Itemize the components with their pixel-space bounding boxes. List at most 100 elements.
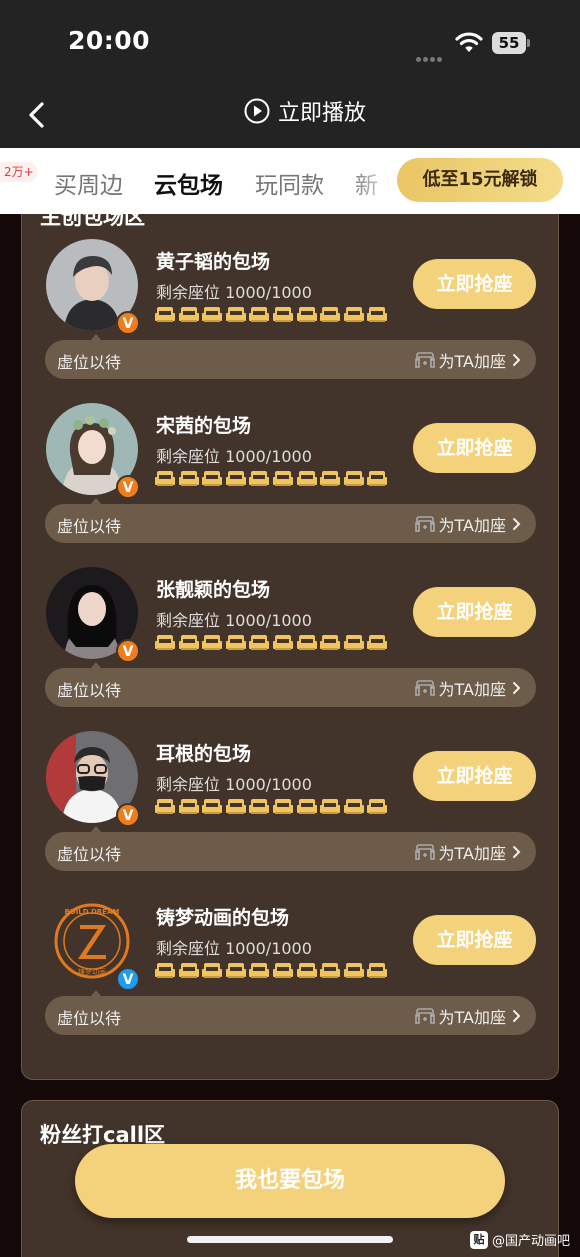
add-seat-link[interactable]: 为TA加座	[414, 676, 522, 700]
signal-icon	[416, 47, 444, 62]
remaining-seats: 剩余座位 1000/1000	[156, 611, 312, 630]
seat-icon	[320, 799, 341, 814]
unlock-button[interactable]: 低至15元解锁	[397, 158, 563, 202]
status-bar: 20:00 55	[0, 0, 580, 86]
room-name: 黄子韬的包场	[156, 251, 271, 273]
room-name: 张靓颖的包场	[156, 579, 271, 601]
svg-text:BUILD DREAM: BUILD DREAM	[65, 908, 120, 916]
seat-icon	[225, 307, 246, 322]
tab-merch[interactable]: 买周边	[54, 166, 123, 200]
creator-section: 主创包场区 V 黄子韬的包场 剩余座位 1000/1000 立即抢座 虚位以待 为TA加座…	[21, 214, 559, 1080]
seat-row	[155, 469, 391, 487]
add-seat-label: 为TA加座	[438, 352, 506, 371]
seat-icon	[272, 963, 293, 978]
waiting-label: 虚位以待	[57, 353, 122, 372]
seat-icon	[178, 307, 199, 322]
nav-bar: 立即播放	[0, 86, 580, 148]
grab-seat-button[interactable]: 立即抢座	[413, 423, 536, 473]
seat-icon	[343, 635, 364, 650]
play-now-button[interactable]: 立即播放	[244, 94, 366, 128]
room-name: 铸梦动画的包场	[156, 907, 290, 929]
seat-icon	[225, 799, 246, 814]
seat-icon	[343, 799, 364, 814]
add-seat-link[interactable]: 为TA加座	[414, 1004, 522, 1028]
remaining-seats: 剩余座位 1000/1000	[156, 775, 312, 794]
seat-row	[155, 633, 391, 651]
verified-badge-icon: V	[116, 311, 140, 335]
seat-icon	[272, 799, 293, 814]
screening-room-item: V 张靓颖的包场 剩余座位 1000/1000 立即抢座 虚位以待 为TA加座	[22, 567, 560, 731]
waiting-label: 虚位以待	[57, 845, 122, 864]
add-seat-label: 为TA加座	[438, 680, 506, 699]
seat-waiting-bar: 虚位以待 为TA加座	[45, 340, 536, 379]
seat-icon	[272, 307, 293, 322]
chevron-right-icon	[513, 518, 521, 530]
tieba-logo-icon: 贴	[469, 1230, 488, 1249]
add-seat-link[interactable]: 为TA加座	[414, 840, 522, 864]
add-seat-link[interactable]: 为TA加座	[414, 348, 522, 372]
seat-icon	[296, 963, 317, 978]
book-screening-button[interactable]: 我也要包场	[75, 1144, 505, 1218]
wifi-icon	[455, 32, 483, 52]
remaining-seats: 剩余座位 1000/1000	[156, 447, 312, 466]
seat-icon	[320, 471, 341, 486]
seat-row	[155, 305, 391, 323]
seat-icon	[272, 635, 293, 650]
seat-waiting-bar: 虚位以待 为TA加座	[45, 668, 536, 707]
seat-icon	[202, 635, 223, 650]
add-seat-label: 为TA加座	[438, 516, 506, 535]
seat-icon	[202, 471, 223, 486]
add-seat-label: 为TA加座	[438, 1008, 506, 1027]
seat-icon	[320, 963, 341, 978]
chevron-right-icon	[513, 1010, 521, 1022]
seat-icon	[367, 635, 388, 650]
waiting-label: 虚位以待	[57, 681, 122, 700]
seat-icon	[249, 799, 270, 814]
play-now-label: 立即播放	[278, 101, 367, 126]
grab-seat-button[interactable]: 立即抢座	[413, 915, 536, 965]
seat-icon	[202, 963, 223, 978]
seat-icon	[225, 471, 246, 486]
grab-seat-button[interactable]: 立即抢座	[413, 259, 536, 309]
seat-icon	[296, 307, 317, 322]
verified-badge-icon: V	[116, 967, 140, 991]
seat-icon	[202, 799, 223, 814]
seat-icon	[249, 307, 270, 322]
add-seat-icon	[414, 1008, 435, 1024]
tab-play-same[interactable]: 玩同款	[255, 166, 324, 200]
room-name: 耳根的包场	[156, 743, 252, 765]
remaining-seats: 剩余座位 1000/1000	[156, 939, 312, 958]
section-title: 主创包场区	[40, 214, 145, 229]
back-button[interactable]	[22, 98, 56, 132]
add-seat-icon	[414, 352, 435, 368]
watermark: 贴 @国产动画吧	[469, 1230, 570, 1249]
watermark-text: @国产动画吧	[491, 1234, 570, 1249]
tab-cloud-screening[interactable]: 云包场	[154, 166, 223, 200]
seat-icon	[343, 963, 364, 978]
seat-waiting-bar: 虚位以待 为TA加座	[45, 996, 536, 1035]
seat-icon	[343, 471, 364, 486]
add-seat-link[interactable]: 为TA加座	[414, 512, 522, 536]
screening-room-item: V 宋茜的包场剩余座位 1000/1000 立即抢座虚位以待 为TA加座	[22, 403, 560, 567]
waiting-label: 虚位以待	[57, 517, 122, 536]
seat-icon	[155, 307, 175, 322]
seat-row	[155, 961, 391, 979]
seat-icon	[367, 307, 388, 322]
grab-seat-button[interactable]: 立即抢座	[413, 587, 536, 637]
seat-icon	[343, 307, 364, 322]
grab-seat-button[interactable]: 立即抢座	[413, 751, 536, 801]
seat-icon	[155, 471, 175, 486]
seat-icon	[155, 799, 175, 814]
seat-icon	[249, 635, 270, 650]
seat-icon	[367, 799, 388, 814]
seat-icon	[178, 635, 199, 650]
seat-icon	[155, 963, 175, 978]
add-seat-icon	[414, 844, 435, 860]
seat-icon	[225, 963, 246, 978]
verified-badge-icon: V	[116, 475, 140, 499]
battery-icon: 55	[492, 32, 530, 54]
seat-icon	[296, 471, 317, 486]
play-circle-icon	[244, 98, 270, 124]
seat-icon	[178, 799, 199, 814]
room-name: 宋茜的包场	[156, 415, 252, 437]
